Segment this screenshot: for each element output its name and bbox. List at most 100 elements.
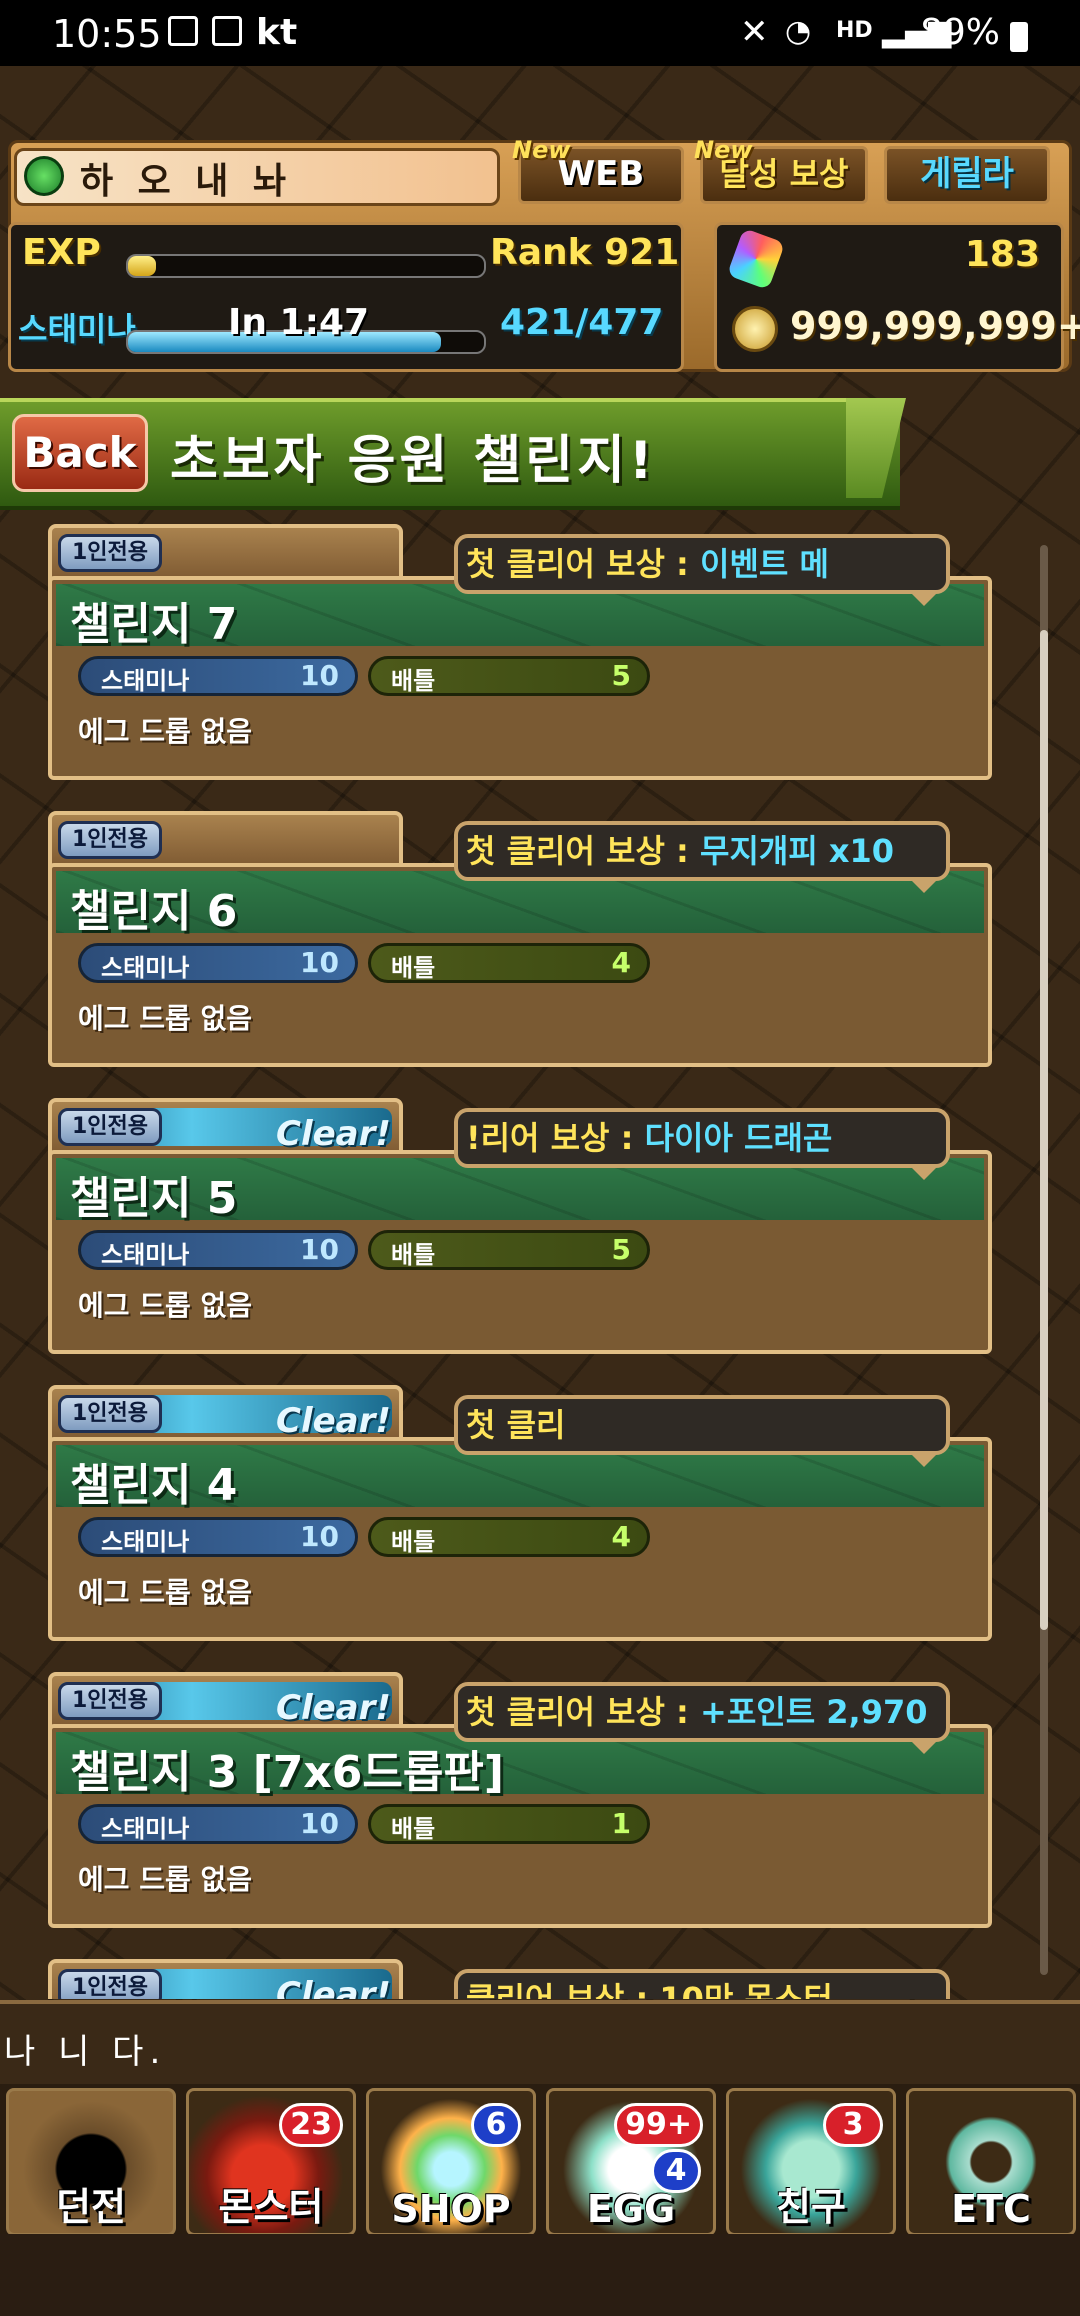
exp-bar [126,254,486,278]
battle-count-value: 5 [611,1233,631,1266]
challenge-title: 챌린지 3 [7x6드롭판] [70,1747,504,1798]
first-clear-reward-bubble: 첫 클리어 보상 : 이벤트 메 [454,534,950,594]
battle-count-pill: 배틀 5 [368,1230,650,1270]
clear-label: Clear! [276,1401,391,1441]
nav-label: 몬스터 [218,2185,324,2229]
stamina-value: 421/477 [500,302,664,343]
reward-label: 첫 클리어 보상 : [466,545,700,583]
new-tag: New [512,136,571,164]
hd-voice-icon: HD [836,18,873,43]
first-clear-reward-bubble: 클리어 보상 : 10만 몬스터 [454,1969,950,1999]
egg-drop-text: 에그 드롭 없음 [78,1863,253,1896]
nav-egg-button[interactable]: 99+ 4 EGG [546,2088,716,2236]
egg-drop-text: 에그 드롭 없음 [78,1576,253,1609]
solo-badge: 1인전용 [58,1108,162,1146]
bottom-strip [0,2234,1080,2316]
reward-value: +포인트 2,970 [700,1693,928,1731]
nav-shop-button[interactable]: 6 SHOP [366,2088,536,2236]
battle-count-pill: 배틀 1 [368,1804,650,1844]
stamina-cost-label: 스태미나 [101,1815,190,1843]
guerrilla-button[interactable]: 게릴라 [884,146,1050,204]
exp-bar-fill [128,256,157,276]
first-clear-reward-bubble: !리어 보상 : 다이아 드래곤 [454,1108,950,1168]
ticker-text: 나 니 다. [4,2032,167,2072]
nav-label: SHOP [391,2187,511,2231]
battle-count-label: 배틀 [391,954,436,982]
notification-badge: 99+ [614,2103,703,2147]
stamina-cost-pill: 스태미나 10 [78,1230,358,1270]
bubble-tail [908,877,940,893]
stamina-cost-value: 10 [300,1520,339,1553]
nav-label: ETC [951,2187,1031,2231]
battle-count-value: 4 [611,1520,631,1553]
scrollbar-thumb[interactable] [1040,630,1048,1630]
stamina-cost-label: 스태미나 [101,1241,190,1269]
bubble-tail [908,1738,940,1754]
stamina-label: 스태미나 [18,310,136,348]
nav-던전-button[interactable]: 던전 [6,2088,176,2236]
reward-label: !리어 보상 : [466,1119,645,1157]
stamina-cost-label: 스태미나 [101,1528,190,1556]
nav-etc-button[interactable]: ETC [906,2088,1076,2236]
challenge-title: 챌린지 5 [70,1173,238,1224]
battle-count-pill: 배틀 5 [368,656,650,696]
nav-친구-button[interactable]: 3 친구 [726,2088,896,2236]
nav-label: 던전 [56,2185,126,2229]
stamina-cost-value: 10 [300,659,339,692]
nav-몬스터-button[interactable]: 23 몬스터 [186,2088,356,2236]
player-name: 하 오 내 놔 [80,161,293,202]
reward-label: 클리어 보상 : 10만 몬스터 [466,1980,833,1999]
battle-count-value: 1 [611,1807,631,1840]
back-button[interactable]: Back [12,414,148,492]
solo-badge: 1인전용 [58,1395,162,1433]
battle-count-label: 배틀 [391,1241,436,1269]
status-bar: 10:55 kt ✕ ◔ HD ▂▄▆ 89% [0,0,1080,66]
challenge-title: 챌린지 7 [70,599,238,650]
count-badge: 6 [471,2103,521,2147]
nav-label: EGG [586,2187,676,2231]
egg-drop-text: 에그 드롭 없음 [78,715,253,748]
mute-icon: ✕ [740,12,769,52]
gallery-notification-icon [212,16,242,46]
stamina-cost-value: 10 [300,1807,339,1840]
clear-label: Clear! [276,1688,391,1728]
wifi-icon: ◔ [785,14,812,49]
clear-label: Clear! [276,1975,391,1999]
reward-label: 첫 클리어 보상 : [466,832,700,870]
player-rank-icon [24,156,64,196]
bubble-tail [908,1451,940,1467]
clear-label: Clear! [276,1114,391,1154]
stamina-cost-value: 10 [300,946,339,979]
reward-value: 무지개피 x10 [700,832,895,870]
first-clear-reward-bubble: 첫 클리 [454,1395,950,1455]
stamina-cost-pill: 스태미나 10 [78,656,358,696]
coin-icon [732,306,778,352]
first-clear-reward-bubble: 첫 클리어 보상 : +포인트 2,970 [454,1682,950,1742]
stamina-cost-pill: 스태미나 10 [78,1517,358,1557]
challenge-title: 챌린지 4 [70,1460,238,1511]
reward-value: 다이아 드래곤 [644,1119,833,1157]
guerrilla-button-label: 게릴라 [920,154,1014,194]
reward-label: 첫 클리어 보상 : [466,1693,700,1731]
solo-badge: 1인전용 [58,1969,162,1999]
battle-count-pill: 배틀 4 [368,943,650,983]
page-title: 초보자 응원 챌린지! [170,431,657,491]
solo-badge: 1인전용 [58,1682,162,1720]
battery-percent: 89% [919,12,1000,53]
solo-badge: 1인전용 [58,821,162,859]
battle-count-label: 배틀 [391,1815,436,1843]
notification-badge: 23 [279,2103,343,2147]
stamina-cost-label: 스태미나 [101,954,190,982]
first-clear-reward-bubble: 첫 클리어 보상 : 무지개피 x10 [454,821,950,881]
coin-count: 999,999,999+ [790,304,1080,348]
clock: 10:55 [52,12,162,56]
checkbox-notification-icon [168,16,198,46]
nav-label: 친구 [776,2185,846,2229]
bubble-tail [908,590,940,606]
reward-value: 이벤트 메 [700,545,829,583]
magic-stone-count: 183 [964,234,1040,275]
battle-count-value: 4 [611,946,631,979]
challenge-card[interactable]: Clear! 1인전용 클리어 보상 : 10만 몬스터 [48,1959,992,1999]
notification-badge: 3 [823,2103,883,2147]
battle-count-label: 배틀 [391,1528,436,1556]
